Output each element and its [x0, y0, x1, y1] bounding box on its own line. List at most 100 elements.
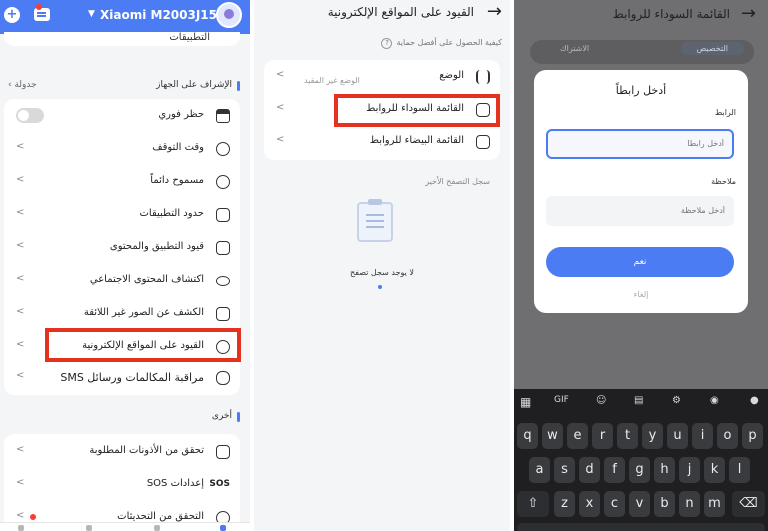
tab-bar: التخصيص الاشتراك	[530, 40, 754, 64]
list-item-call-sms-monitoring[interactable]: < مراقبة المكالمات ورسائل SMS	[4, 363, 240, 395]
key-l[interactable]: l	[729, 457, 750, 483]
cancel-button[interactable]: إلغاء	[534, 290, 748, 299]
device-selector[interactable]: Xiaomi M2003J15SC	[100, 8, 234, 22]
chevron-icon: <	[16, 141, 25, 152]
avatar[interactable]	[216, 2, 242, 28]
key-n[interactable]: n	[679, 491, 700, 517]
link-input[interactable]	[546, 129, 734, 159]
key-s[interactable]: s	[554, 457, 575, 483]
apps-grid-icon[interactable]: ▦	[520, 395, 531, 409]
shift-key[interactable]: ⇧	[517, 491, 549, 517]
key-b[interactable]: b	[654, 491, 675, 517]
tab-custom[interactable]: التخصيص	[680, 42, 744, 55]
chevron-icon: <	[276, 69, 285, 80]
chevron-icon: <	[16, 240, 25, 251]
tab-subscription[interactable]: الاشتراك	[560, 44, 589, 53]
key-g[interactable]: g	[629, 457, 650, 483]
key-u[interactable]: u	[667, 423, 688, 449]
key-f[interactable]: f	[604, 457, 625, 483]
settings-icon[interactable]: ⚙	[672, 395, 681, 406]
chevron-icon: <	[16, 370, 25, 381]
key-q[interactable]: q	[517, 423, 538, 449]
back-arrow-icon[interactable]: →	[741, 3, 756, 24]
list-item-label: مراقبة المكالمات ورسائل SMS	[60, 371, 204, 384]
chevron-icon: <	[16, 477, 25, 488]
schedule-link[interactable]: ‹ جدولة	[8, 80, 37, 90]
list-item-sos-settings[interactable]: < إعدادات SOS SOS	[4, 470, 240, 502]
key-p[interactable]: p	[742, 423, 763, 449]
nav-tab-icon[interactable]	[86, 525, 92, 531]
key-t[interactable]: t	[617, 423, 638, 449]
key-v[interactable]: v	[629, 491, 650, 517]
note-input[interactable]	[546, 196, 734, 226]
chevron-icon: <	[16, 306, 25, 317]
chevron-icon: <	[16, 273, 25, 284]
other-card: < تحقق من الأذونات المطلوبة < إعدادات SO…	[4, 434, 240, 531]
section-marker	[237, 81, 240, 91]
list-item-instant-block[interactable]: حظر فوري	[4, 101, 240, 133]
messages-icon[interactable]	[34, 8, 50, 21]
list-item-inappropriate-images[interactable]: < الكشف عن الصور غير اللائقة	[4, 299, 240, 331]
key-m[interactable]: m	[704, 491, 725, 517]
lock-icon	[216, 109, 230, 123]
key-j[interactable]: j	[679, 457, 700, 483]
list-item-downtime[interactable]: < وقت التوقف	[4, 134, 240, 166]
add-icon[interactable]: +	[4, 7, 20, 23]
chevron-icon: <	[16, 207, 25, 218]
key-o[interactable]: o	[717, 423, 738, 449]
key-h[interactable]: h	[654, 457, 675, 483]
apps-card[interactable]: التطبيقات	[4, 32, 240, 46]
back-arrow-icon[interactable]: →	[487, 1, 502, 22]
microphone-icon[interactable]: ●	[750, 395, 759, 406]
list-item-mode[interactable]: < الوضع غير المقيد الوضع	[264, 62, 500, 94]
list-item-check-permissions[interactable]: < تحقق من الأذونات المطلوبة	[4, 437, 240, 469]
key-i[interactable]: i	[692, 423, 713, 449]
keyboard-bottom-row[interactable]	[517, 523, 765, 531]
nav-tab-icon[interactable]	[220, 525, 226, 531]
apps-card-label: التطبيقات	[169, 32, 210, 43]
section-title-supervision: الإشراف على الجهاز	[156, 80, 232, 90]
confirm-button[interactable]: نعم	[546, 247, 734, 277]
list-item-whitelist[interactable]: < القائمة البيضاء للروابط	[264, 127, 500, 159]
palette-icon[interactable]: ◉	[710, 395, 719, 406]
help-link[interactable]: ? كيفية الحصول على أفضل حماية	[381, 38, 502, 49]
checked-clipboard-icon	[476, 135, 490, 149]
key-w[interactable]: w	[542, 423, 563, 449]
instant-block-toggle[interactable]	[16, 108, 44, 123]
clock-icon	[216, 142, 230, 156]
clipboard-icon[interactable]: ▤	[634, 395, 643, 406]
list-item-label: القائمة البيضاء للروابط	[369, 135, 464, 146]
key-z[interactable]: z	[554, 491, 575, 517]
key-d[interactable]: d	[579, 457, 600, 483]
chevron-icon: <	[16, 339, 25, 350]
nav-tab-icon[interactable]	[154, 525, 160, 531]
chevron-down-icon[interactable]: ▼	[88, 9, 95, 19]
blacklist-dialog-screen: → القائمة السوداء للروابط التخصيص الاشتر…	[514, 0, 768, 531]
gif-button[interactable]: GIF	[554, 395, 569, 405]
list-item-label: تحقق من الأذونات المطلوبة	[89, 445, 204, 456]
sticker-icon[interactable]: ☺	[596, 395, 606, 406]
mode-status: الوضع غير المقيد	[304, 76, 360, 85]
key-k[interactable]: k	[704, 457, 725, 483]
list-item-content-restrictions[interactable]: < قيود التطبيق والمحتوى	[4, 233, 240, 265]
list-item-label: مسموح دائماً	[150, 175, 204, 186]
key-y[interactable]: y	[642, 423, 663, 449]
top-bar: + ▼ Xiaomi M2003J15SC	[0, 0, 250, 34]
sliders-icon	[476, 70, 490, 84]
key-x[interactable]: x	[579, 491, 600, 517]
list-item-label: قيود التطبيق والمحتوى	[109, 241, 204, 252]
list-item-app-limits[interactable]: < حدود التطبيقات	[4, 200, 240, 232]
nav-tab-icon[interactable]	[18, 525, 24, 531]
key-e[interactable]: e	[567, 423, 588, 449]
puzzle-icon	[216, 241, 230, 255]
list-item-social-content[interactable]: < اكتشاف المحتوى الاجتماعي	[4, 266, 240, 298]
list-item-always-allowed[interactable]: < مسموح دائماً	[4, 167, 240, 199]
key-a[interactable]: a	[529, 457, 550, 483]
website-restrictions-screen: → القيود على المواقع الإلكترونية ? كيفية …	[254, 0, 510, 531]
page-title: القائمة السوداء للروابط	[612, 7, 730, 21]
chevron-icon: <	[16, 510, 25, 521]
backspace-key[interactable]: ⌫	[732, 491, 765, 517]
key-c[interactable]: c	[604, 491, 625, 517]
list-item-label: الكشف عن الصور غير اللائقة	[83, 307, 204, 318]
key-r[interactable]: r	[592, 423, 613, 449]
